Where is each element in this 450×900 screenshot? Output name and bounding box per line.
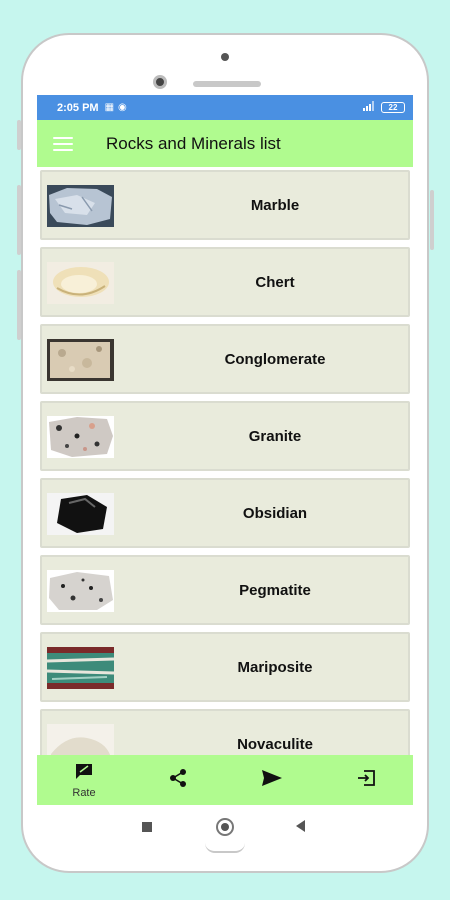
item-label: Pegmatite (239, 581, 311, 599)
rate-button[interactable]: Rate (54, 762, 114, 799)
item-label: Conglomerate (224, 350, 326, 368)
app-screen: 2:05 PM ▦ ◉ 22 Rocks and Minerals list M… (37, 95, 413, 805)
item-label: Mariposite (237, 658, 313, 676)
proximity-sensor (221, 53, 229, 61)
rate-icon (74, 762, 94, 785)
mariposite-thumbnail (47, 647, 114, 689)
share-button[interactable] (148, 768, 208, 793)
earpiece-speaker (193, 81, 261, 87)
list-item[interactable]: Marble (40, 170, 410, 240)
list-item[interactable]: Chert (40, 247, 410, 317)
novaculite-thumbnail (47, 724, 114, 755)
item-label: Marble (250, 196, 300, 214)
side-button-2 (17, 270, 21, 340)
message-icon: ▦ (104, 102, 115, 113)
signal-icon (363, 101, 375, 114)
exit-icon (356, 769, 376, 792)
list-item[interactable]: Pegmatite (40, 555, 410, 625)
list-item[interactable]: Obsidian (40, 478, 410, 548)
rock-list[interactable]: Marble Chert Conglomerate Granite Obsidi… (37, 167, 413, 755)
battery-icon: 22 (381, 102, 405, 113)
marble-thumbnail (47, 185, 114, 227)
camera-notification-icon: ◉ (118, 102, 127, 113)
hamburger-menu-icon[interactable] (53, 136, 73, 151)
volume-button (17, 120, 21, 150)
obsidian-thumbnail (47, 493, 114, 535)
item-label: Novaculite (237, 735, 313, 753)
status-time: 2:05 PM (57, 101, 99, 114)
granite-thumbnail (47, 416, 114, 458)
side-button (17, 185, 21, 255)
back-icon[interactable] (296, 820, 305, 832)
app-bar: Rocks and Minerals list (37, 120, 413, 167)
status-bar: 2:05 PM ▦ ◉ 22 (37, 95, 413, 120)
exit-button[interactable] (336, 769, 396, 792)
item-label: Obsidian (242, 504, 308, 522)
conglomerate-thumbnail (47, 339, 114, 381)
rate-label: Rate (72, 786, 96, 799)
item-label: Granite (248, 427, 302, 445)
list-item[interactable]: Novaculite (40, 709, 410, 755)
send-icon (261, 769, 283, 792)
home-icon[interactable] (216, 818, 234, 836)
list-item[interactable]: Mariposite (40, 632, 410, 702)
share-icon (168, 768, 188, 793)
app-title: Rocks and Minerals list (106, 133, 281, 153)
recent-apps-icon[interactable] (142, 822, 152, 832)
list-item[interactable]: Granite (40, 401, 410, 471)
power-button (430, 190, 434, 250)
bottom-navigation-bar: Rate (37, 755, 413, 805)
item-label: Chert (255, 273, 295, 291)
pegmatite-thumbnail (47, 570, 114, 612)
phone-chin (205, 843, 245, 853)
front-camera (153, 75, 167, 89)
chert-thumbnail (47, 262, 114, 304)
send-button[interactable] (242, 769, 302, 792)
list-item[interactable]: Conglomerate (40, 324, 410, 394)
